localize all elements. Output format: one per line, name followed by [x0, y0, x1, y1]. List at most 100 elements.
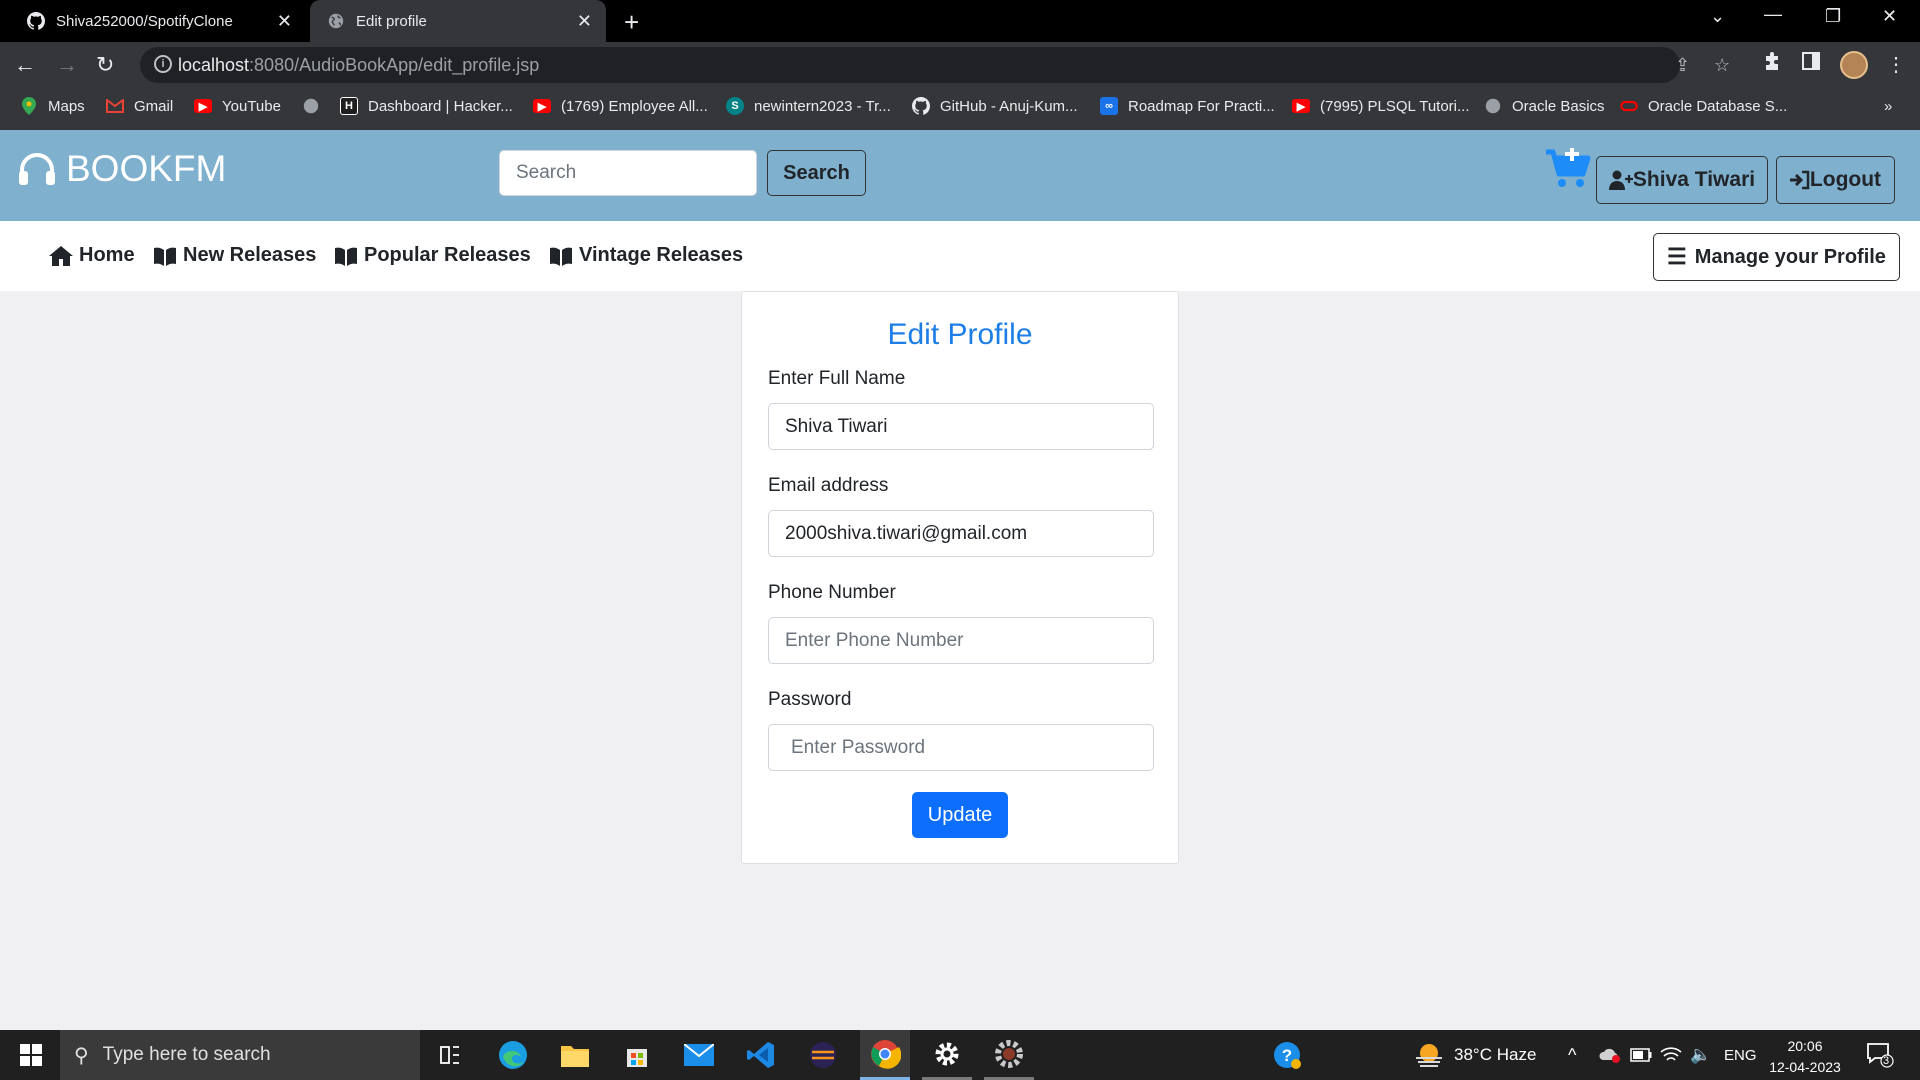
browser-tab-strip: Shiva252000/SpotifyClone ✕ Edit profile … [0, 0, 1920, 42]
bookmark-newintern[interactable]: S newintern2023 - Tr... [726, 88, 891, 124]
nav-vintage-releases[interactable]: Vintage Releases [549, 244, 743, 267]
windows-taskbar: ⚲ Type here to search ? 38°C Haze ^ 🔈 EN… [0, 1030, 1920, 1080]
site-search-input[interactable] [499, 150, 757, 196]
settings-gear-icon[interactable] [922, 1030, 972, 1080]
email-label: Email address [768, 475, 889, 496]
password-label: Password [768, 689, 852, 710]
file-explorer-icon[interactable] [550, 1030, 600, 1080]
email-input[interactable] [768, 510, 1154, 557]
taskbar-search-box[interactable]: ⚲ Type here to search [60, 1030, 420, 1080]
youtube-icon: ▶ [194, 99, 212, 113]
brand-name: BOOKFM [66, 148, 227, 189]
notifications-icon[interactable]: 3 [1866, 1030, 1894, 1080]
hackerrank-icon: H [340, 97, 358, 115]
search-icon: ⚲ [74, 1044, 89, 1067]
oracle-icon [1620, 97, 1638, 115]
bookmark-roadmap[interactable]: ∞ Roadmap For Practi... [1100, 88, 1275, 124]
reload-icon[interactable]: ↻ [96, 52, 114, 78]
user-profile-button[interactable]: Shiva Tiwari [1596, 156, 1768, 204]
microsoft-store-icon[interactable] [612, 1030, 662, 1080]
nav-new-releases[interactable]: New Releases [153, 244, 316, 267]
hamburger-icon: ☰ [1667, 244, 1687, 269]
edge-browser-icon[interactable] [488, 1030, 538, 1080]
brand-logo[interactable]: BOOKFM [18, 148, 226, 190]
bookmark-maps[interactable]: Maps [20, 88, 85, 124]
phone-label: Phone Number [768, 582, 896, 603]
github-icon [912, 97, 930, 115]
site-header: BOOKFM Search Shiva Tiwari Logout [0, 130, 1920, 221]
bookmark-github[interactable]: GitHub - Anuj-Kum... [912, 88, 1078, 124]
phone-input[interactable] [768, 617, 1154, 664]
bookmark-oracle-basics[interactable]: Oracle Basics [1484, 88, 1605, 124]
manage-profile-button[interactable]: ☰ Manage your Profile [1653, 233, 1900, 281]
sharepoint-icon: S [726, 97, 744, 115]
book-icon [154, 247, 176, 266]
nav-popular-releases[interactable]: Popular Releases [334, 244, 531, 267]
minimize-icon[interactable]: — [1764, 4, 1782, 25]
logout-button[interactable]: Logout [1776, 156, 1895, 204]
bookmark-youtube[interactable]: ▶ YouTube [194, 88, 281, 124]
tab-search-chevron-icon[interactable]: ⌄ [1710, 6, 1725, 27]
side-panel-icon[interactable] [1802, 52, 1820, 76]
site-search-button[interactable]: Search [767, 150, 866, 196]
nav-home[interactable]: Home [49, 244, 135, 267]
vscode-icon[interactable] [736, 1030, 786, 1080]
back-arrow-icon[interactable]: ← [14, 52, 36, 78]
bookmark-globe[interactable] [302, 88, 330, 124]
windows-start-icon[interactable] [6, 1030, 56, 1080]
language-indicator[interactable]: ENG [1724, 1030, 1757, 1080]
update-button[interactable]: Update [912, 792, 1008, 838]
sign-in-icon [1789, 170, 1810, 190]
help-icon[interactable]: ? [1262, 1030, 1312, 1080]
more-bookmarks-icon[interactable]: » [1884, 88, 1892, 124]
service-gear-icon[interactable] [984, 1030, 1034, 1080]
youtube-icon: ▶ [1292, 99, 1310, 113]
svg-text:?: ? [1282, 1046, 1292, 1065]
book-icon [335, 247, 357, 266]
address-bar[interactable]: i localhost:8080/AudioBookApp/edit_profi… [140, 47, 1730, 83]
user-plus-icon [1608, 170, 1633, 190]
wifi-icon[interactable] [1660, 1030, 1682, 1080]
cart-icon[interactable] [1544, 147, 1592, 195]
bookmark-plsql[interactable]: ▶ (7995) PLSQL Tutori... [1292, 88, 1470, 124]
onedrive-icon[interactable] [1598, 1030, 1622, 1080]
bookmark-gmail[interactable]: Gmail [106, 88, 173, 124]
tab-title: Edit profile [356, 12, 427, 30]
github-icon [26, 11, 46, 31]
close-tab-icon[interactable]: ✕ [277, 11, 292, 32]
bookmark-oracle-database[interactable]: Oracle Database S... [1620, 88, 1787, 124]
close-window-icon[interactable]: ✕ [1882, 6, 1897, 27]
full-name-input[interactable] [768, 403, 1154, 450]
mail-icon[interactable] [674, 1030, 724, 1080]
bookmark-hackerrank[interactable]: H Dashboard | Hacker... [340, 88, 513, 124]
taskbar-clock[interactable]: 20:06 12-04-2023 [1760, 1036, 1850, 1078]
eclipse-icon[interactable] [798, 1030, 848, 1080]
password-input[interactable] [768, 724, 1154, 771]
form-title: Edit Profile [887, 318, 1033, 351]
site-info-icon[interactable]: i [154, 55, 172, 73]
show-hidden-icons-chevron-icon[interactable]: ^ [1568, 1030, 1576, 1080]
battery-icon[interactable] [1630, 1030, 1652, 1080]
forward-arrow-icon[interactable]: → [56, 52, 78, 78]
restore-icon[interactable]: ❐ [1825, 6, 1841, 27]
bookmark-employee[interactable]: ▶ (1769) Employee All... [533, 88, 708, 124]
chrome-icon[interactable] [860, 1030, 910, 1080]
bookmarks-bar: Maps Gmail ▶ YouTube H Dashboard | Hacke… [0, 88, 1920, 130]
main-nav: Home New Releases Popular Releases Vinta… [0, 221, 1920, 291]
globe-icon [1484, 97, 1502, 115]
task-view-icon[interactable] [425, 1030, 475, 1080]
browser-tab-github[interactable]: Shiva252000/SpotifyClone ✕ [0, 0, 306, 42]
star-icon[interactable]: ☆ [1714, 55, 1730, 76]
globe-icon [302, 97, 320, 115]
url-text: localhost:8080/AudioBookApp/edit_profile… [178, 55, 540, 75]
profile-avatar[interactable] [1840, 51, 1868, 79]
weather-widget[interactable]: 38°C Haze [1414, 1030, 1536, 1080]
new-tab-button[interactable]: + [624, 7, 639, 38]
volume-icon[interactable]: 🔈 [1690, 1030, 1711, 1080]
kebab-menu-icon[interactable]: ⋮ [1886, 52, 1906, 77]
tab-title: Shiva252000/SpotifyClone [56, 12, 233, 30]
close-tab-icon[interactable]: ✕ [577, 11, 592, 32]
share-icon[interactable]: ⇪ [1675, 55, 1690, 76]
extensions-puzzle-icon[interactable] [1762, 52, 1782, 78]
browser-tab-edit-profile[interactable]: Edit profile ✕ [310, 0, 606, 42]
